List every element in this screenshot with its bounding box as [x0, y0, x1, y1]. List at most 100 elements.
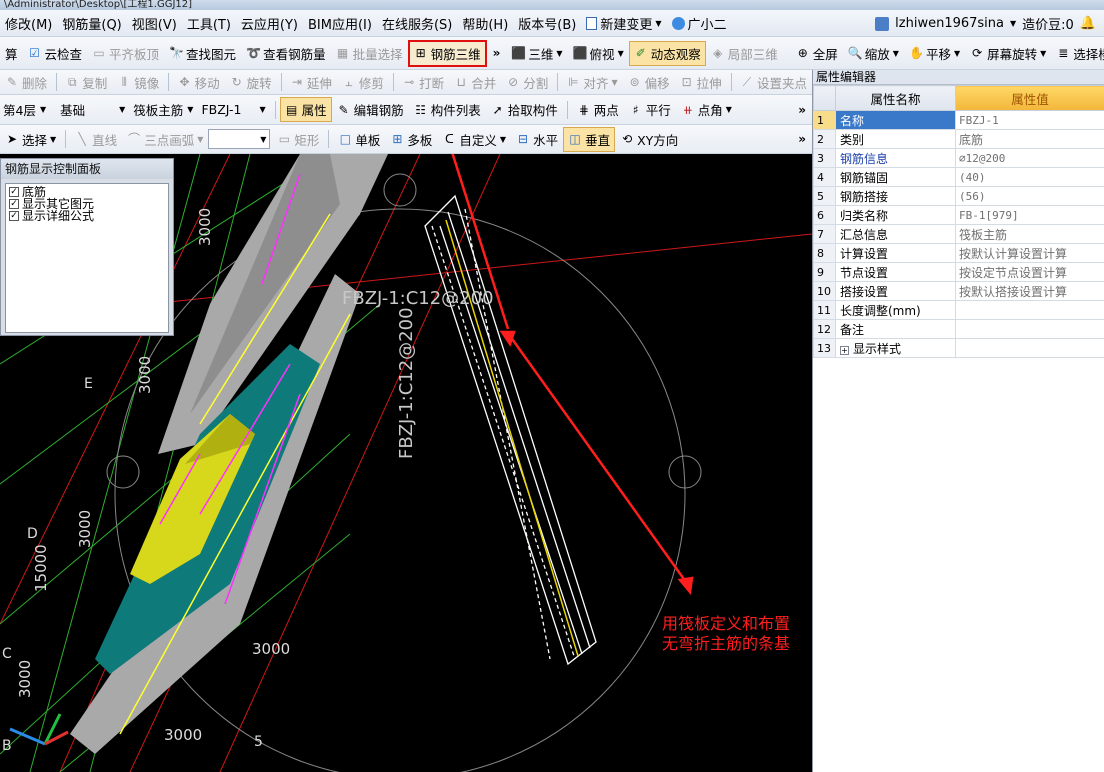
bell-icon[interactable]: 🔔 [1080, 16, 1096, 31]
property-value[interactable]: ⌀12@200 [955, 148, 1104, 168]
table-row[interactable]: 11 长度调整(mm) [813, 300, 1104, 320]
split-button[interactable]: ⊘ 分割 [501, 70, 553, 94]
table-row[interactable]: 9 节点设置 按设定节点设置计算 [813, 262, 1104, 282]
username[interactable]: lzhiwen1967sina [895, 16, 1004, 31]
dynamic-view-button[interactable]: ✐ 动态观察 [628, 40, 706, 66]
property-value[interactable]: 按设定节点设置计算 [955, 262, 1104, 282]
menu-online-service[interactable]: 在线服务(S) [377, 14, 457, 33]
select-button[interactable]: ➤ 选择 ▼ [0, 127, 61, 152]
table-row[interactable]: 2 类别 底筋 [813, 129, 1104, 149]
menu-rebar-quantity[interactable]: 钢筋量(Q) [57, 14, 126, 33]
property-value[interactable]: (56) [955, 186, 1104, 206]
edit-rebar-button[interactable]: ✎ 编辑钢筋 [332, 97, 409, 122]
menu-cloud[interactable]: 云应用(Y) [236, 14, 303, 33]
table-row[interactable]: 1 名称 FBZJ-1 [813, 110, 1104, 130]
two-points-button[interactable]: ⋕ 两点 [572, 97, 624, 122]
full-screen-button[interactable]: ⊕ 全屏 [791, 41, 843, 66]
table-row[interactable]: 3 钢筋信息 ⌀12@200 [813, 148, 1104, 168]
toolbar-overflow-icon[interactable]: » [487, 46, 507, 60]
table-row[interactable]: 5 钢筋搭接 (56) [813, 186, 1104, 206]
property-name-group[interactable]: + 显示样式 [835, 338, 956, 358]
pick-element-button[interactable]: ➚ 拾取构件 [486, 97, 563, 122]
toolbar-overflow-icon[interactable]: » [792, 103, 812, 117]
type-select[interactable]: 筏板主筋 ▼ [130, 100, 196, 120]
multi-board-button[interactable]: ⊞ 多板 [385, 127, 437, 152]
zoom-button[interactable]: 🔍 缩放 ▼ [843, 41, 904, 66]
mirror-button[interactable]: ⫴ 镜像 [112, 70, 164, 94]
cloud-check-button[interactable]: ☑ 云检查 [23, 41, 88, 66]
extend-button[interactable]: ⇥ 延伸 [285, 70, 337, 94]
toolbar-overflow-icon[interactable]: » [792, 132, 812, 146]
property-value[interactable]: 底筋 [955, 129, 1104, 149]
table-row[interactable]: 4 钢筋锚固 (40) [813, 167, 1104, 187]
delete-button[interactable]: ✎ 删除 [0, 70, 52, 94]
checkbox-icon[interactable]: ✓ [9, 187, 19, 197]
menu-new-change[interactable]: 新建变更 ▼ [581, 14, 666, 33]
category-select[interactable]: 基础 ▼ [57, 100, 128, 120]
floor-select[interactable]: 第4层 ▼ [0, 100, 49, 120]
element-select[interactable]: FBZJ-1 ▼ [198, 100, 268, 120]
vertical-button[interactable]: ◫ 垂直 [563, 126, 616, 152]
menu-modify[interactable]: 修改(M) [0, 14, 57, 33]
copy-button[interactable]: ⧉ 复制 [60, 70, 112, 94]
point-angle-button[interactable]: ⧺ 点角 ▼ [676, 97, 737, 122]
single-board-button[interactable]: □ 单板 [333, 127, 385, 152]
chevron-down-icon[interactable]: ▼ [1010, 19, 1016, 28]
horizontal-button[interactable]: ⊟ 水平 [511, 127, 563, 152]
property-value[interactable]: (40) [955, 167, 1104, 187]
find-element-button[interactable]: 🔭 查找图元 [164, 41, 241, 66]
merge-button[interactable]: ⊔ 合并 [449, 70, 501, 94]
top-view-button[interactable]: ⬛ 俯视 ▼ [568, 41, 629, 66]
pan-button[interactable]: ✋ 平移 ▼ [904, 41, 965, 66]
table-row[interactable]: 8 计算设置 按默认计算设置计算 [813, 243, 1104, 263]
arc-button[interactable]: ⌒ 三点画弧 ▼ [122, 127, 208, 152]
table-row[interactable]: 13 + 显示样式 [813, 338, 1104, 358]
arc-param-input[interactable]: ▼ [208, 129, 271, 149]
calc-button[interactable]: 算 [0, 41, 23, 66]
line-button[interactable]: ╲ 直线 [70, 127, 122, 152]
custom-button[interactable]: ᑕ 自定义 ▼ [437, 127, 511, 152]
checkbox-show-formula[interactable]: ✓ 显示详细公式 [9, 210, 165, 222]
property-value[interactable]: FB-1[979] [955, 205, 1104, 225]
move-button[interactable]: ✥ 移动 [173, 70, 225, 94]
rotate-button[interactable]: ↻ 旋转 [225, 70, 277, 94]
table-row[interactable]: 7 汇总信息 筏板主筋 [813, 224, 1104, 244]
stretch-button[interactable]: ⊡ 拉伸 [675, 70, 727, 94]
checkbox-icon[interactable]: ✓ [9, 211, 19, 221]
table-row[interactable]: 10 搭接设置 按默认搭接设置计算 [813, 281, 1104, 301]
expand-icon[interactable]: + [840, 345, 849, 355]
offset-button[interactable]: ⊚ 偏移 [623, 70, 675, 94]
trim-button[interactable]: ⫠ 修剪 [337, 70, 389, 94]
menu-assistant[interactable]: 广小二 [667, 14, 732, 33]
property-value[interactable] [955, 319, 1104, 339]
user-icon [875, 16, 890, 31]
table-row[interactable]: 12 备注 [813, 319, 1104, 339]
view-rebar-button[interactable]: ➰ 查看钢筋量 [241, 41, 331, 66]
parallel-button[interactable]: ♯ 平行 [624, 97, 676, 122]
menu-tools[interactable]: 工具(T) [182, 14, 236, 33]
screen-rotate-button[interactable]: ⟳ 屏幕旋转 ▼ [965, 41, 1051, 66]
property-value[interactable] [955, 300, 1104, 320]
menu-view[interactable]: 视图(V) [127, 14, 182, 33]
menu-version[interactable]: 版本号(B) [513, 14, 581, 33]
element-list-button[interactable]: ☷ 构件列表 [409, 97, 486, 122]
checkbox-icon[interactable]: ✓ [9, 199, 19, 209]
menu-bim[interactable]: BIM应用(I) [303, 14, 377, 33]
xy-direction-button[interactable]: ⟲ XY方向 [615, 127, 683, 152]
set-grip-button[interactable]: ⟋ 设置夹点 [735, 70, 812, 94]
property-value[interactable]: 按默认搭接设置计算 [955, 281, 1104, 301]
rect-button[interactable]: ▭ 矩形 [272, 127, 324, 152]
property-button[interactable]: ▤ 属性 [279, 97, 332, 122]
table-row[interactable]: 6 归类名称 FB-1[979] [813, 205, 1104, 225]
property-value[interactable]: 筏板主筋 [955, 224, 1104, 244]
select-layer-button[interactable]: ≣ 选择楼 [1051, 41, 1104, 66]
align-button[interactable]: ⊫ 对齐 ▼ [561, 70, 622, 94]
rebar-3d-button[interactable]: ⊞ 钢筋三维 [407, 39, 487, 67]
menu-assistant-label: 广小二 [687, 17, 727, 33]
three-d-button[interactable]: ⬛ 三维 ▼ [506, 41, 567, 66]
menu-help[interactable]: 帮助(H) [457, 14, 513, 33]
property-value[interactable]: 按默认计算设置计算 [955, 243, 1104, 263]
property-value[interactable]: FBZJ-1 [955, 110, 1104, 130]
break-button[interactable]: ⊸ 打断 [397, 70, 449, 94]
property-name: 长度调整(mm) [835, 300, 956, 320]
